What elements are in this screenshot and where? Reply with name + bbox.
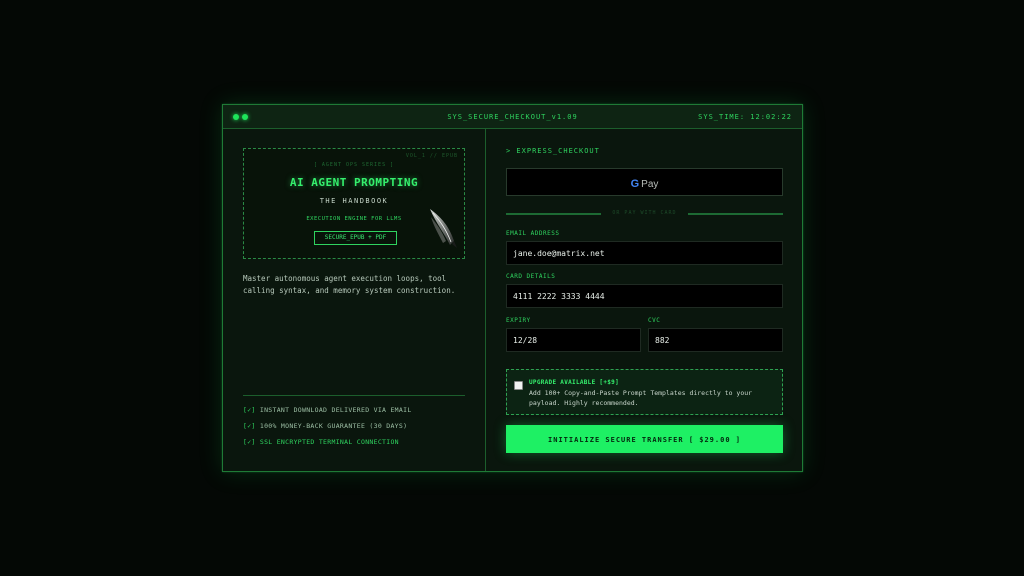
expiry-field[interactable] [506, 328, 641, 352]
pane-divider [485, 129, 486, 471]
submit-payment-button[interactable]: INITIALIZE SECURE TRANSFER [ $29.00 ] [506, 425, 783, 453]
expiry-label: EXPIRY [506, 317, 531, 324]
feature-item: [✓] INSTANT DOWNLOAD DELIVERED VIA EMAIL [243, 405, 473, 421]
book-cover: VOL_1 // EPUB [ AGENT OPS SERIES ] AI AG… [243, 148, 465, 259]
express-checkout-heading: > EXPRESS_CHECKOUT [506, 147, 600, 155]
cvc-label: CVC [648, 317, 661, 324]
email-field[interactable] [506, 241, 783, 265]
card-label: CARD DETAILS [506, 273, 556, 280]
feature-list: [✓] INSTANT DOWNLOAD DELIVERED VIA EMAIL… [243, 405, 473, 453]
upsell-checkbox[interactable] [514, 381, 523, 390]
checkout-window: SYS_SECURE_CHECKOUT_v1.09 SYS_TIME: 12:0… [222, 104, 803, 472]
feature-text: 100% MONEY-BACK GUARANTEE (30 DAYS) [259, 422, 408, 430]
feature-separator [243, 395, 465, 396]
feature-text: SSL ENCRYPTED TERMINAL CONNECTION [259, 438, 399, 446]
format-badge: SECURE_EPUB + PDF [314, 231, 397, 245]
feature-item: [✓] 100% MONEY-BACK GUARANTEE (30 DAYS) [243, 421, 473, 437]
upsell-box[interactable]: UPGRADE AVAILABLE [+$9] Add 100+ Copy-an… [506, 369, 783, 415]
or-divider: OR PAY WITH CARD [506, 210, 783, 216]
google-pay-button[interactable]: G Pay [506, 168, 783, 196]
upsell-description: Add 100+ Copy-and-Paste Prompt Templates… [529, 389, 753, 407]
check-icon: [✓] [243, 438, 256, 446]
upsell-heading: UPGRADE AVAILABLE [+$9] [529, 379, 619, 386]
feature-item: [✓] SSL ENCRYPTED TERMINAL CONNECTION [243, 437, 473, 453]
google-pay-label: Pay [641, 179, 659, 190]
google-g-icon: G [630, 178, 640, 190]
book-subtitle: THE HANDBOOK [319, 197, 389, 205]
feature-text: INSTANT DOWNLOAD DELIVERED VIA EMAIL [259, 406, 412, 414]
title-bar: SYS_SECURE_CHECKOUT_v1.09 SYS_TIME: 12:0… [223, 105, 802, 129]
cvc-field[interactable] [648, 328, 783, 352]
cover-tag: VOL_1 // EPUB [405, 153, 458, 159]
divider-text: OR PAY WITH CARD [612, 210, 677, 216]
card-number-field[interactable] [506, 284, 783, 308]
feather-quill-icon [430, 209, 457, 248]
check-icon: [✓] [243, 406, 256, 414]
product-description: Master autonomous agent execution loops,… [243, 274, 456, 295]
book-title: AI AGENT PROMPTING [289, 176, 419, 189]
email-label: EMAIL ADDRESS [506, 230, 560, 237]
check-icon: [✓] [243, 422, 256, 430]
system-time: SYS_TIME: 12:02:22 [698, 113, 792, 121]
cover-brand: [ AGENT OPS SERIES ] [313, 162, 395, 168]
